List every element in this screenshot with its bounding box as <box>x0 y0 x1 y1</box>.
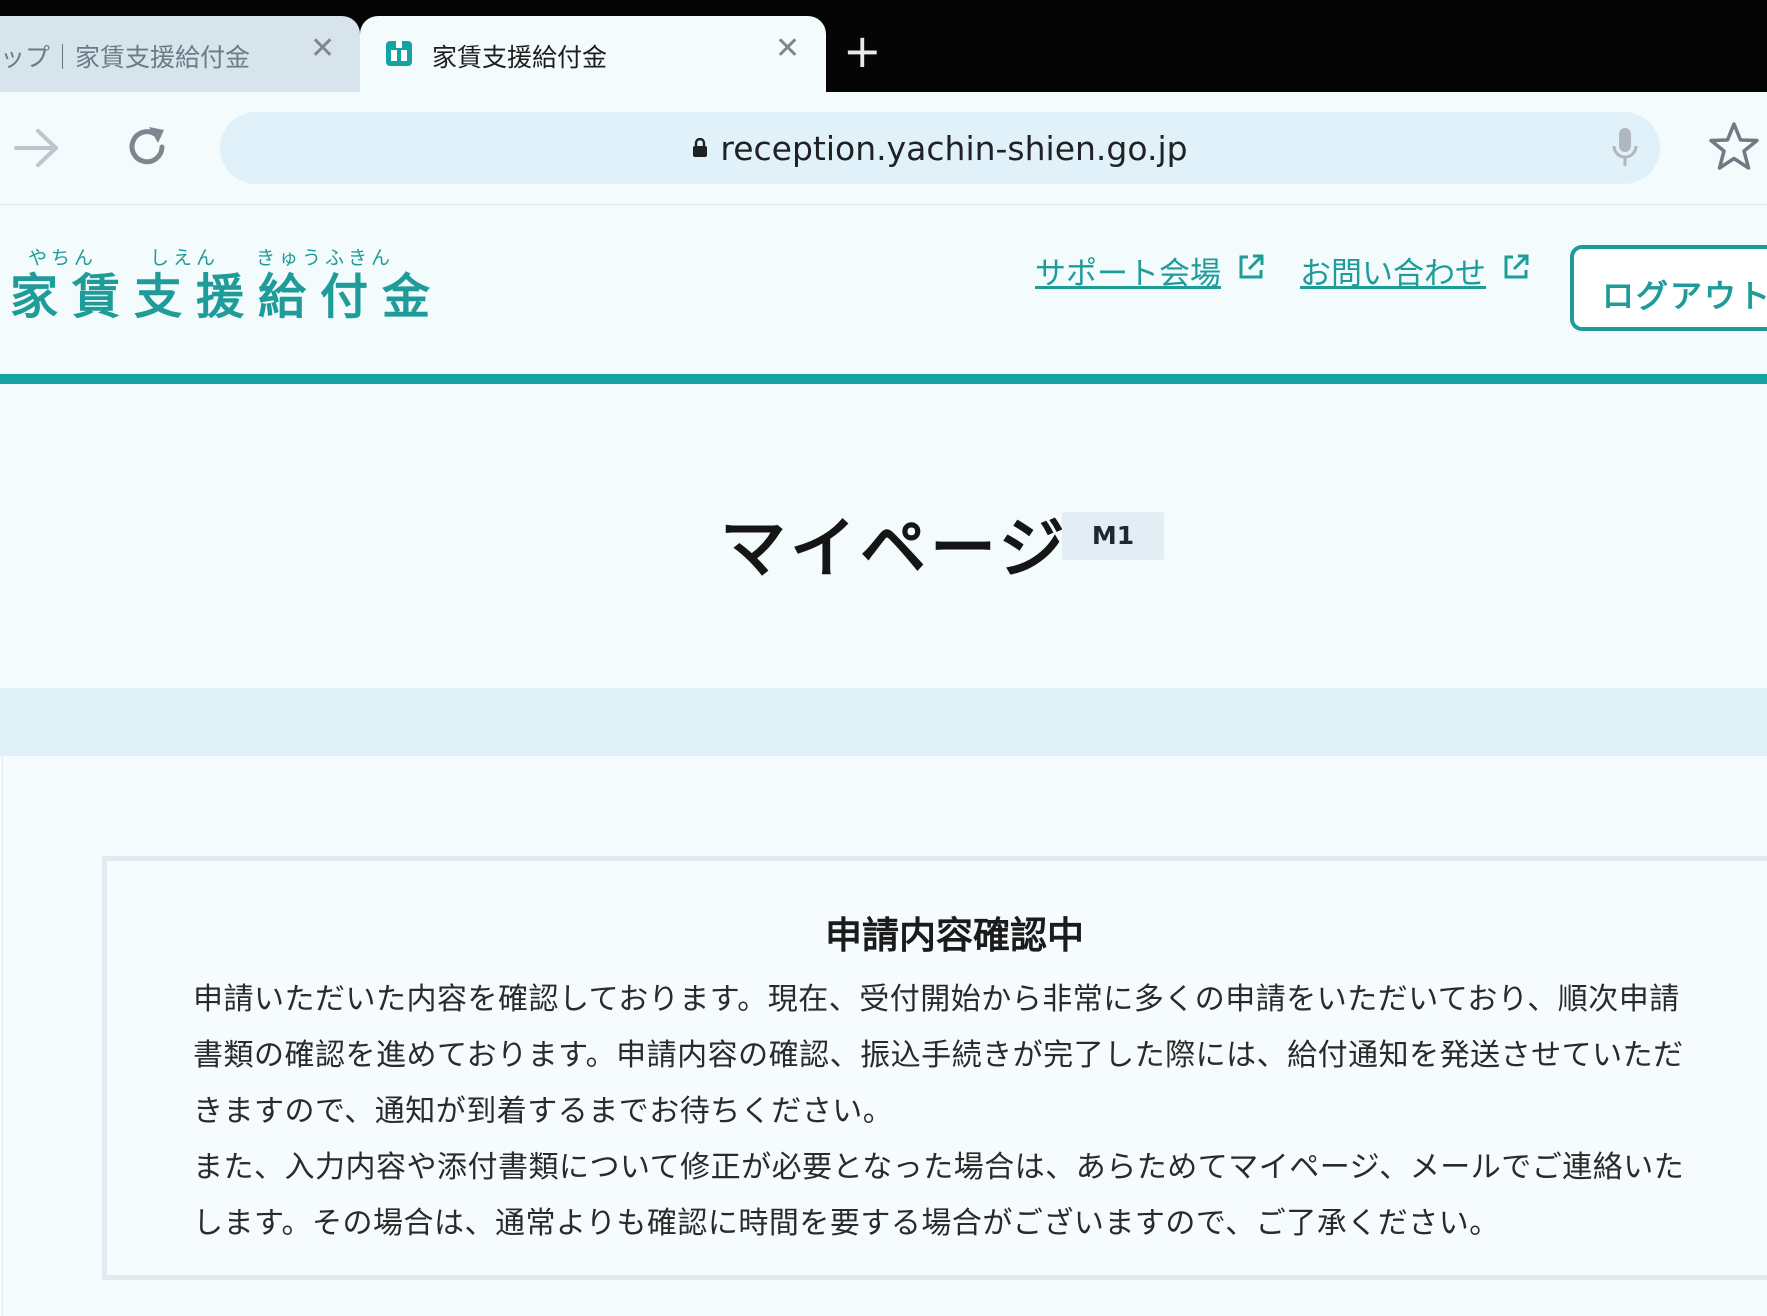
notice-paragraph-1: 申請いただいた内容を確認しております。現在、受付開始から非常に多くの申請をいただ… <box>193 982 1684 1129</box>
microphone-icon[interactable] <box>1610 126 1640 170</box>
contact-link[interactable]: お問い合わせ <box>1300 248 1486 293</box>
site-logo[interactable]: やちん しえん きゅうふきん 家賃支援給付金 <box>10 243 444 325</box>
new-tab-button[interactable]: + <box>843 28 882 74</box>
tab-title: ップ｜家賃支援給付金 <box>0 43 251 72</box>
logo-ruby: やちん しえん きゅうふきん <box>28 247 395 269</box>
browser-tab-inactive[interactable]: ップ｜家賃支援給付金 ✕ <box>0 16 360 92</box>
reload-icon[interactable] <box>122 122 172 172</box>
status-notice-box: 申請内容確認中 申請いただいた内容を確認しております。現在、受付開始から非常に多… <box>102 856 1767 1280</box>
tab-close-icon[interactable]: ✕ <box>310 34 335 64</box>
tab-title: 家賃支援給付金 <box>432 43 608 72</box>
support-venue-link[interactable]: サポート会場 <box>1035 248 1221 293</box>
favicon <box>386 41 412 66</box>
browser-tab-active[interactable]: 家賃支援給付金 ✕ <box>360 16 826 92</box>
browser-tab-strip: ップ｜家賃支援給付金 ✕ 家賃支援給付金 ✕ + <box>0 0 1767 92</box>
logo-text: 家賃支援給付金 <box>10 269 445 325</box>
star-icon[interactable] <box>1706 120 1762 174</box>
url-text: reception.yachin-shien.go.jp <box>720 128 1188 168</box>
tab-close-icon[interactable]: ✕ <box>775 34 800 64</box>
notice-paragraph-2: また、入力内容や添付書類について修正が必要となった場合は、あらためてマイページ、… <box>193 1150 1685 1241</box>
site-header: やちん しえん きゅうふきん 家賃支援給付金 サポート会場 お問い合わせ ログア… <box>0 205 1767 375</box>
section-band <box>0 688 1767 756</box>
forward-arrow-icon[interactable] <box>12 125 62 171</box>
logout-button[interactable]: ログアウト <box>1570 245 1767 331</box>
header-divider <box>0 374 1767 384</box>
external-link-icon <box>1239 254 1264 279</box>
address-bar[interactable]: reception.yachin-shien.go.jp <box>220 112 1660 184</box>
lock-icon <box>693 138 708 157</box>
external-link-icon <box>1504 254 1529 279</box>
notice-title: 申請内容確認中 <box>825 914 1084 957</box>
logout-label: ログアウト <box>1602 277 1767 315</box>
browser-toolbar: reception.yachin-shien.go.jp <box>0 92 1767 205</box>
page-code-badge: M1 <box>1062 512 1164 560</box>
page-title: マイページ <box>720 510 1069 587</box>
